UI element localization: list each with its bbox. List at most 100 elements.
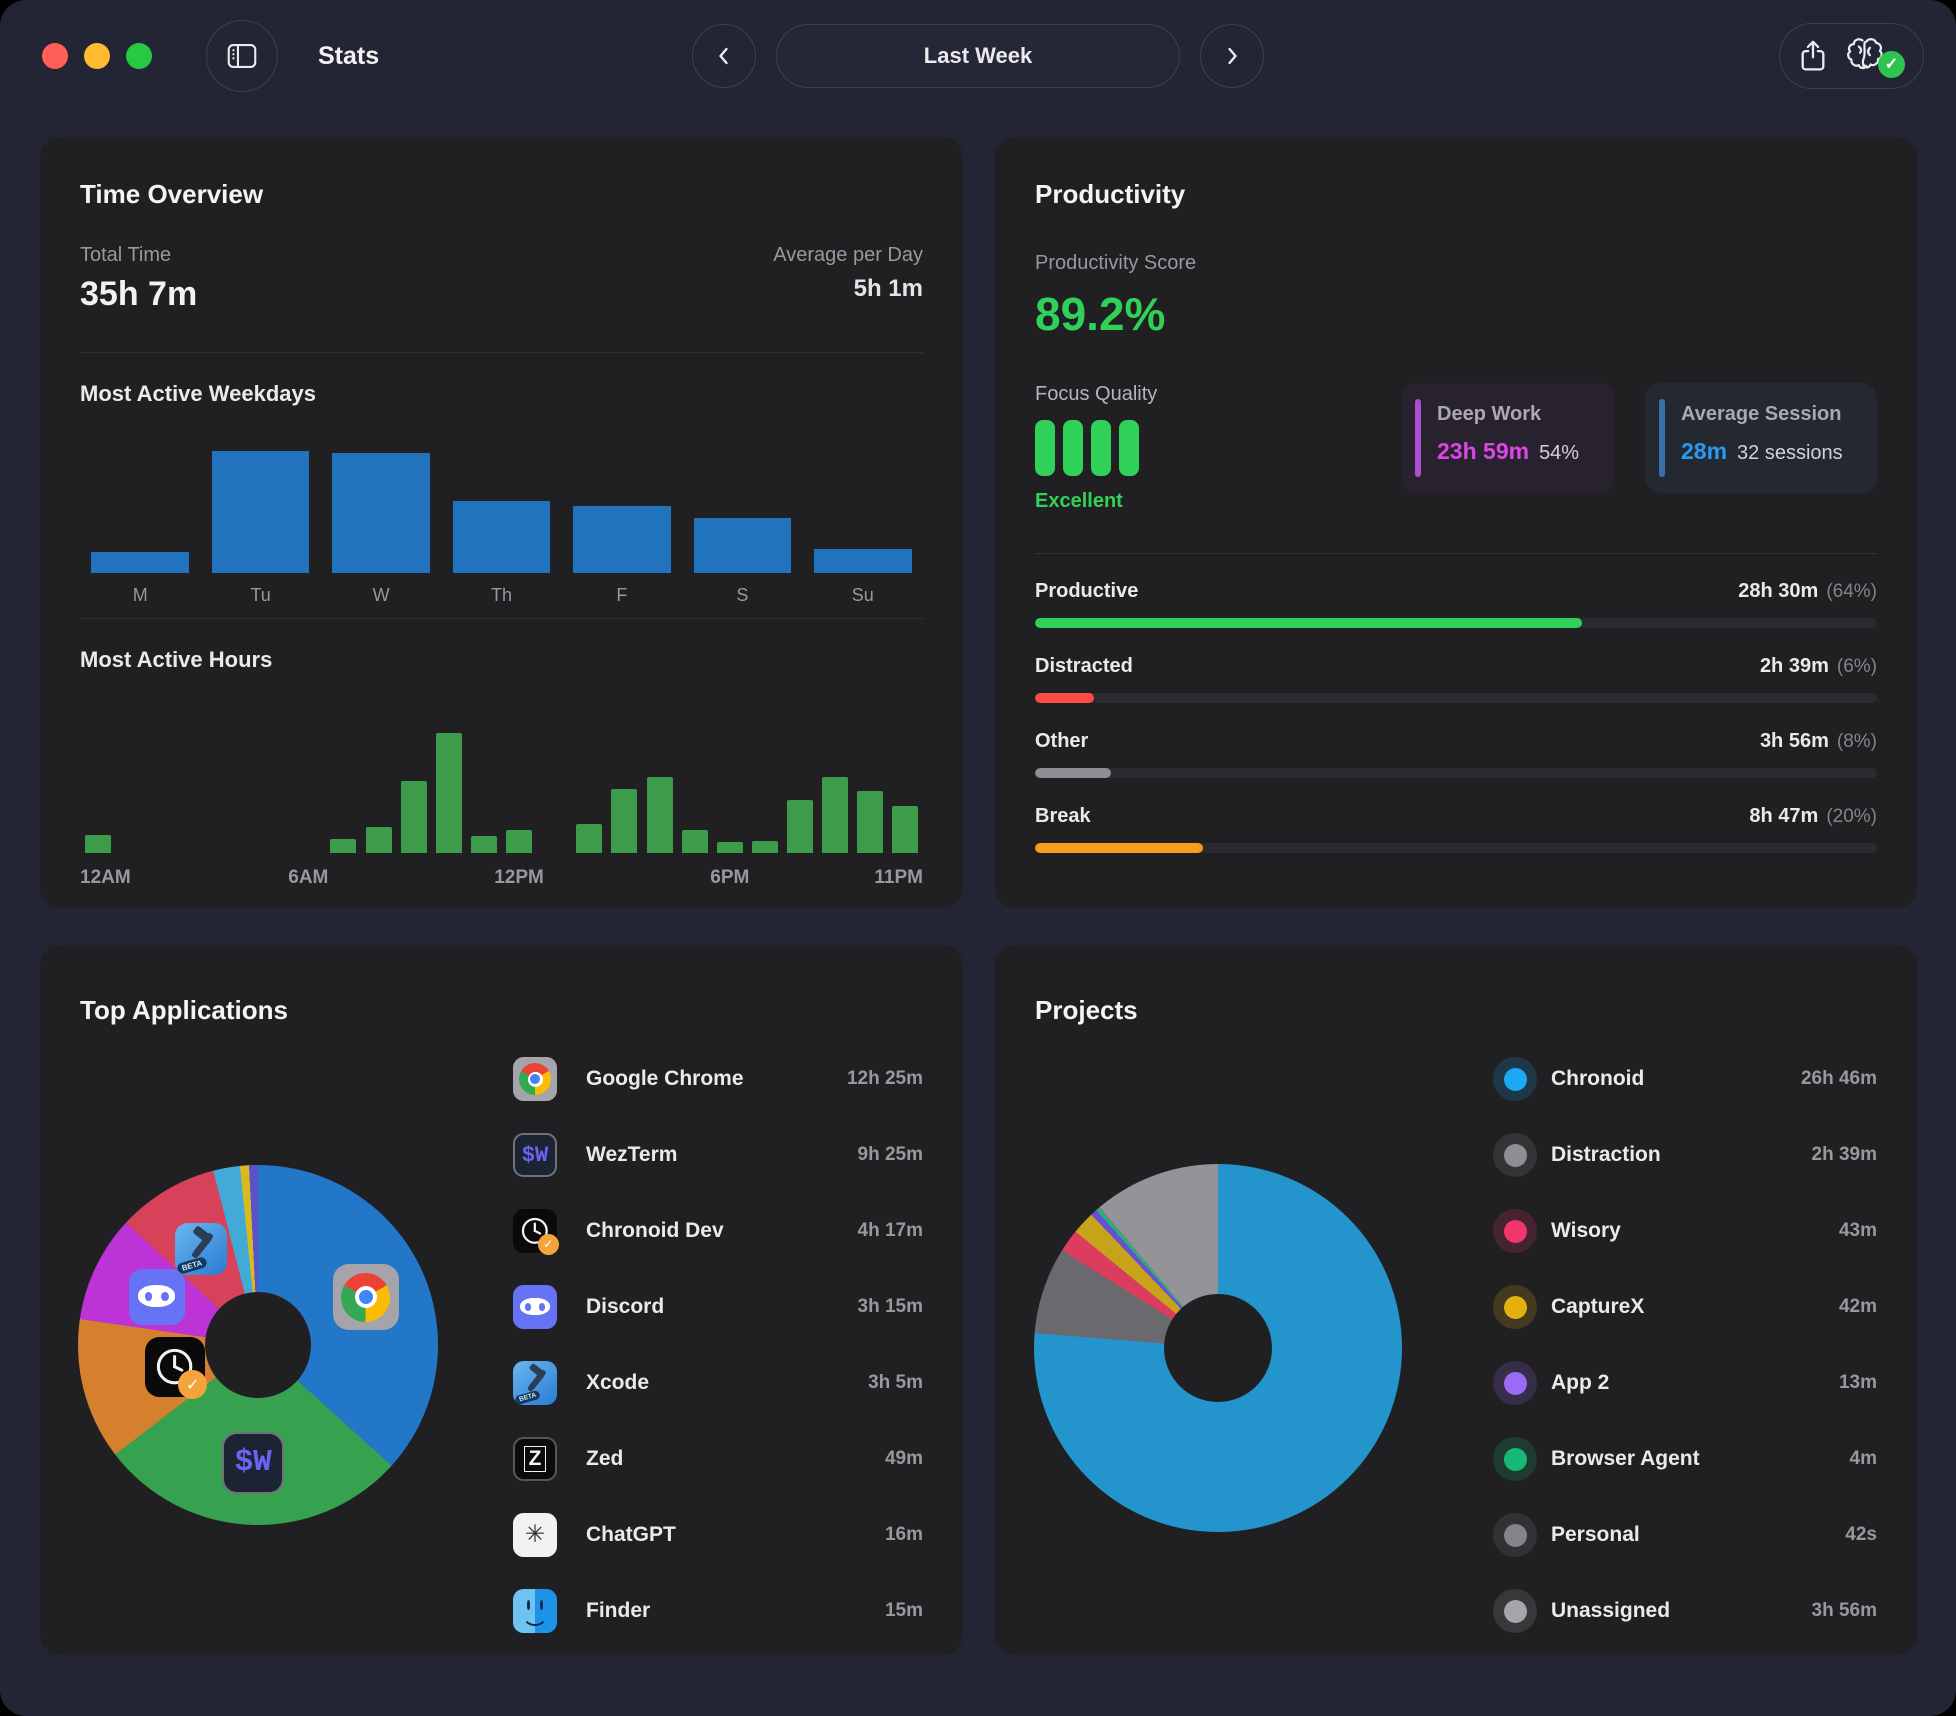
- minimize-window-button[interactable]: [84, 43, 110, 69]
- application-duration: 15m: [885, 1600, 923, 1622]
- divider: [1035, 553, 1877, 554]
- weekday-bar-chart: MTuWThFSSu: [80, 451, 923, 606]
- project-color-badge: [1493, 1285, 1537, 1329]
- project-name: Chronoid: [1551, 1067, 1801, 1091]
- ai-insights-button[interactable]: ✓: [1844, 35, 1905, 78]
- pie-overlay-chronoid: ✓: [145, 1337, 205, 1397]
- time-overview-title: Time Overview: [80, 179, 923, 210]
- total-time-value: 35h 7m: [80, 275, 197, 314]
- project-color-dot: [1504, 1068, 1527, 1091]
- application-row[interactable]: ✳ ChatGPT16m: [513, 1497, 923, 1573]
- share-button[interactable]: [1798, 39, 1828, 73]
- hour-bar: [506, 830, 532, 853]
- beta-badge: BETA: [514, 1389, 541, 1404]
- previous-period-button[interactable]: [692, 24, 756, 88]
- project-color-badge: [1493, 1057, 1537, 1101]
- finder-app-icon: [513, 1589, 557, 1633]
- xcode-app-icon: BETA: [175, 1223, 227, 1275]
- weekday-label: W: [373, 585, 390, 606]
- app-window: Stats Last Week: [0, 0, 1956, 1716]
- application-duration: 16m: [885, 1524, 923, 1546]
- time-summary: Total Time 35h 7m Average per Day 5h 1m: [80, 244, 923, 314]
- average-session-value: 28m: [1681, 438, 1727, 465]
- project-name: Personal: [1551, 1523, 1845, 1547]
- progress-track: [1035, 768, 1877, 778]
- deep-work-chip: Deep Work 23h 59m 54%: [1401, 383, 1615, 493]
- hour-axis-label: 12AM: [80, 867, 131, 889]
- hour-bar: [822, 777, 848, 853]
- check-badge-icon: ✓: [538, 1234, 559, 1255]
- weekday-column: Th: [441, 451, 561, 606]
- chatgpt-app-icon: ✳: [513, 1513, 557, 1557]
- project-color-dot: [1504, 1372, 1527, 1395]
- dashboard-grid: Time Overview Total Time 35h 7m Average …: [0, 112, 1956, 1655]
- application-duration: 3h 5m: [868, 1372, 923, 1394]
- project-row[interactable]: Browser Agent4m: [1493, 1421, 1877, 1497]
- project-row[interactable]: Unassigned3h 56m: [1493, 1573, 1877, 1649]
- application-name: ChatGPT: [586, 1523, 885, 1547]
- zed-app-icon: Z: [513, 1437, 557, 1481]
- breakdown-value: 8h 47m(20%): [1749, 805, 1877, 828]
- project-color-dot: [1504, 1448, 1527, 1471]
- period-selector[interactable]: Last Week: [776, 24, 1180, 88]
- chronoid-app-icon: ✓: [145, 1337, 205, 1397]
- application-duration: 4h 17m: [858, 1220, 923, 1242]
- application-name: Google Chrome: [586, 1067, 847, 1091]
- productivity-card: Productivity Productivity Score 89.2% Fo…: [995, 137, 1917, 908]
- progress-track: [1035, 618, 1877, 628]
- project-row[interactable]: Chronoid26h 46m: [1493, 1041, 1877, 1117]
- project-row[interactable]: Wisory43m: [1493, 1193, 1877, 1269]
- application-row[interactable]: ZZed49m: [513, 1421, 923, 1497]
- chrome-app-icon: [513, 1057, 557, 1101]
- breakdown-label: Other: [1035, 730, 1088, 753]
- focus-bar: [1119, 420, 1139, 476]
- application-row[interactable]: Discord3h 15m: [513, 1269, 923, 1345]
- weekday-bar: [91, 552, 189, 573]
- hour-axis-label: 6AM: [288, 867, 328, 889]
- project-row[interactable]: CaptureX42m: [1493, 1269, 1877, 1345]
- zoom-window-button[interactable]: [126, 43, 152, 69]
- project-duration: 42m: [1839, 1296, 1877, 1318]
- hour-bar: [366, 827, 392, 853]
- project-row[interactable]: App 213m: [1493, 1345, 1877, 1421]
- application-row[interactable]: Google Chrome12h 25m: [513, 1041, 923, 1117]
- toggle-sidebar-button[interactable]: [206, 20, 278, 92]
- breakdown-value: 28h 30m(64%): [1738, 580, 1877, 603]
- hour-bar: [611, 789, 637, 853]
- application-row[interactable]: Finder15m: [513, 1573, 923, 1649]
- weekday-bar: [212, 451, 310, 573]
- close-window-button[interactable]: [42, 43, 68, 69]
- project-color-dot: [1504, 1144, 1527, 1167]
- focus-bar: [1063, 420, 1083, 476]
- application-name: Zed: [586, 1447, 885, 1471]
- breakdown-percent: (20%): [1826, 806, 1877, 827]
- breakdown-row: Other3h 56m(8%): [1035, 730, 1877, 778]
- project-name: Browser Agent: [1551, 1447, 1850, 1471]
- hour-bar: [436, 733, 462, 853]
- application-row[interactable]: BETAXcode3h 5m: [513, 1345, 923, 1421]
- project-color-badge: [1493, 1513, 1537, 1557]
- weekday-column: M: [80, 451, 200, 606]
- progress-fill: [1035, 618, 1582, 628]
- application-row[interactable]: $WWezTerm9h 25m: [513, 1117, 923, 1193]
- project-row[interactable]: Personal42s: [1493, 1497, 1877, 1573]
- hour-bar: [892, 806, 918, 853]
- applications-list: Google Chrome12h 25m$WWezTerm9h 25m✓Chro…: [513, 1041, 923, 1649]
- application-row[interactable]: ✓Chronoid Dev4h 17m: [513, 1193, 923, 1269]
- weekday-column: W: [321, 451, 441, 606]
- avg-per-day-value: 5h 1m: [773, 275, 923, 303]
- weekday-column: S: [682, 451, 802, 606]
- next-period-button[interactable]: [1200, 24, 1264, 88]
- breakdown-row: Break8h 47m(20%): [1035, 805, 1877, 853]
- hour-bar: [576, 824, 602, 853]
- application-name: Finder: [586, 1599, 885, 1623]
- pie-overlay-chrome: [333, 1264, 399, 1330]
- projects-donut-chart: [1034, 1164, 1402, 1532]
- hour-bar: [752, 841, 778, 853]
- applications-donut-chart: $W✓BETA: [78, 1165, 438, 1525]
- projects-list: Chronoid26h 46mDistraction2h 39mWisory43…: [1493, 1041, 1877, 1649]
- titlebar: Stats Last Week: [0, 0, 1956, 112]
- project-row[interactable]: Distraction2h 39m: [1493, 1117, 1877, 1193]
- breakdown-percent: (64%): [1826, 581, 1877, 602]
- application-duration: 3h 15m: [858, 1296, 923, 1318]
